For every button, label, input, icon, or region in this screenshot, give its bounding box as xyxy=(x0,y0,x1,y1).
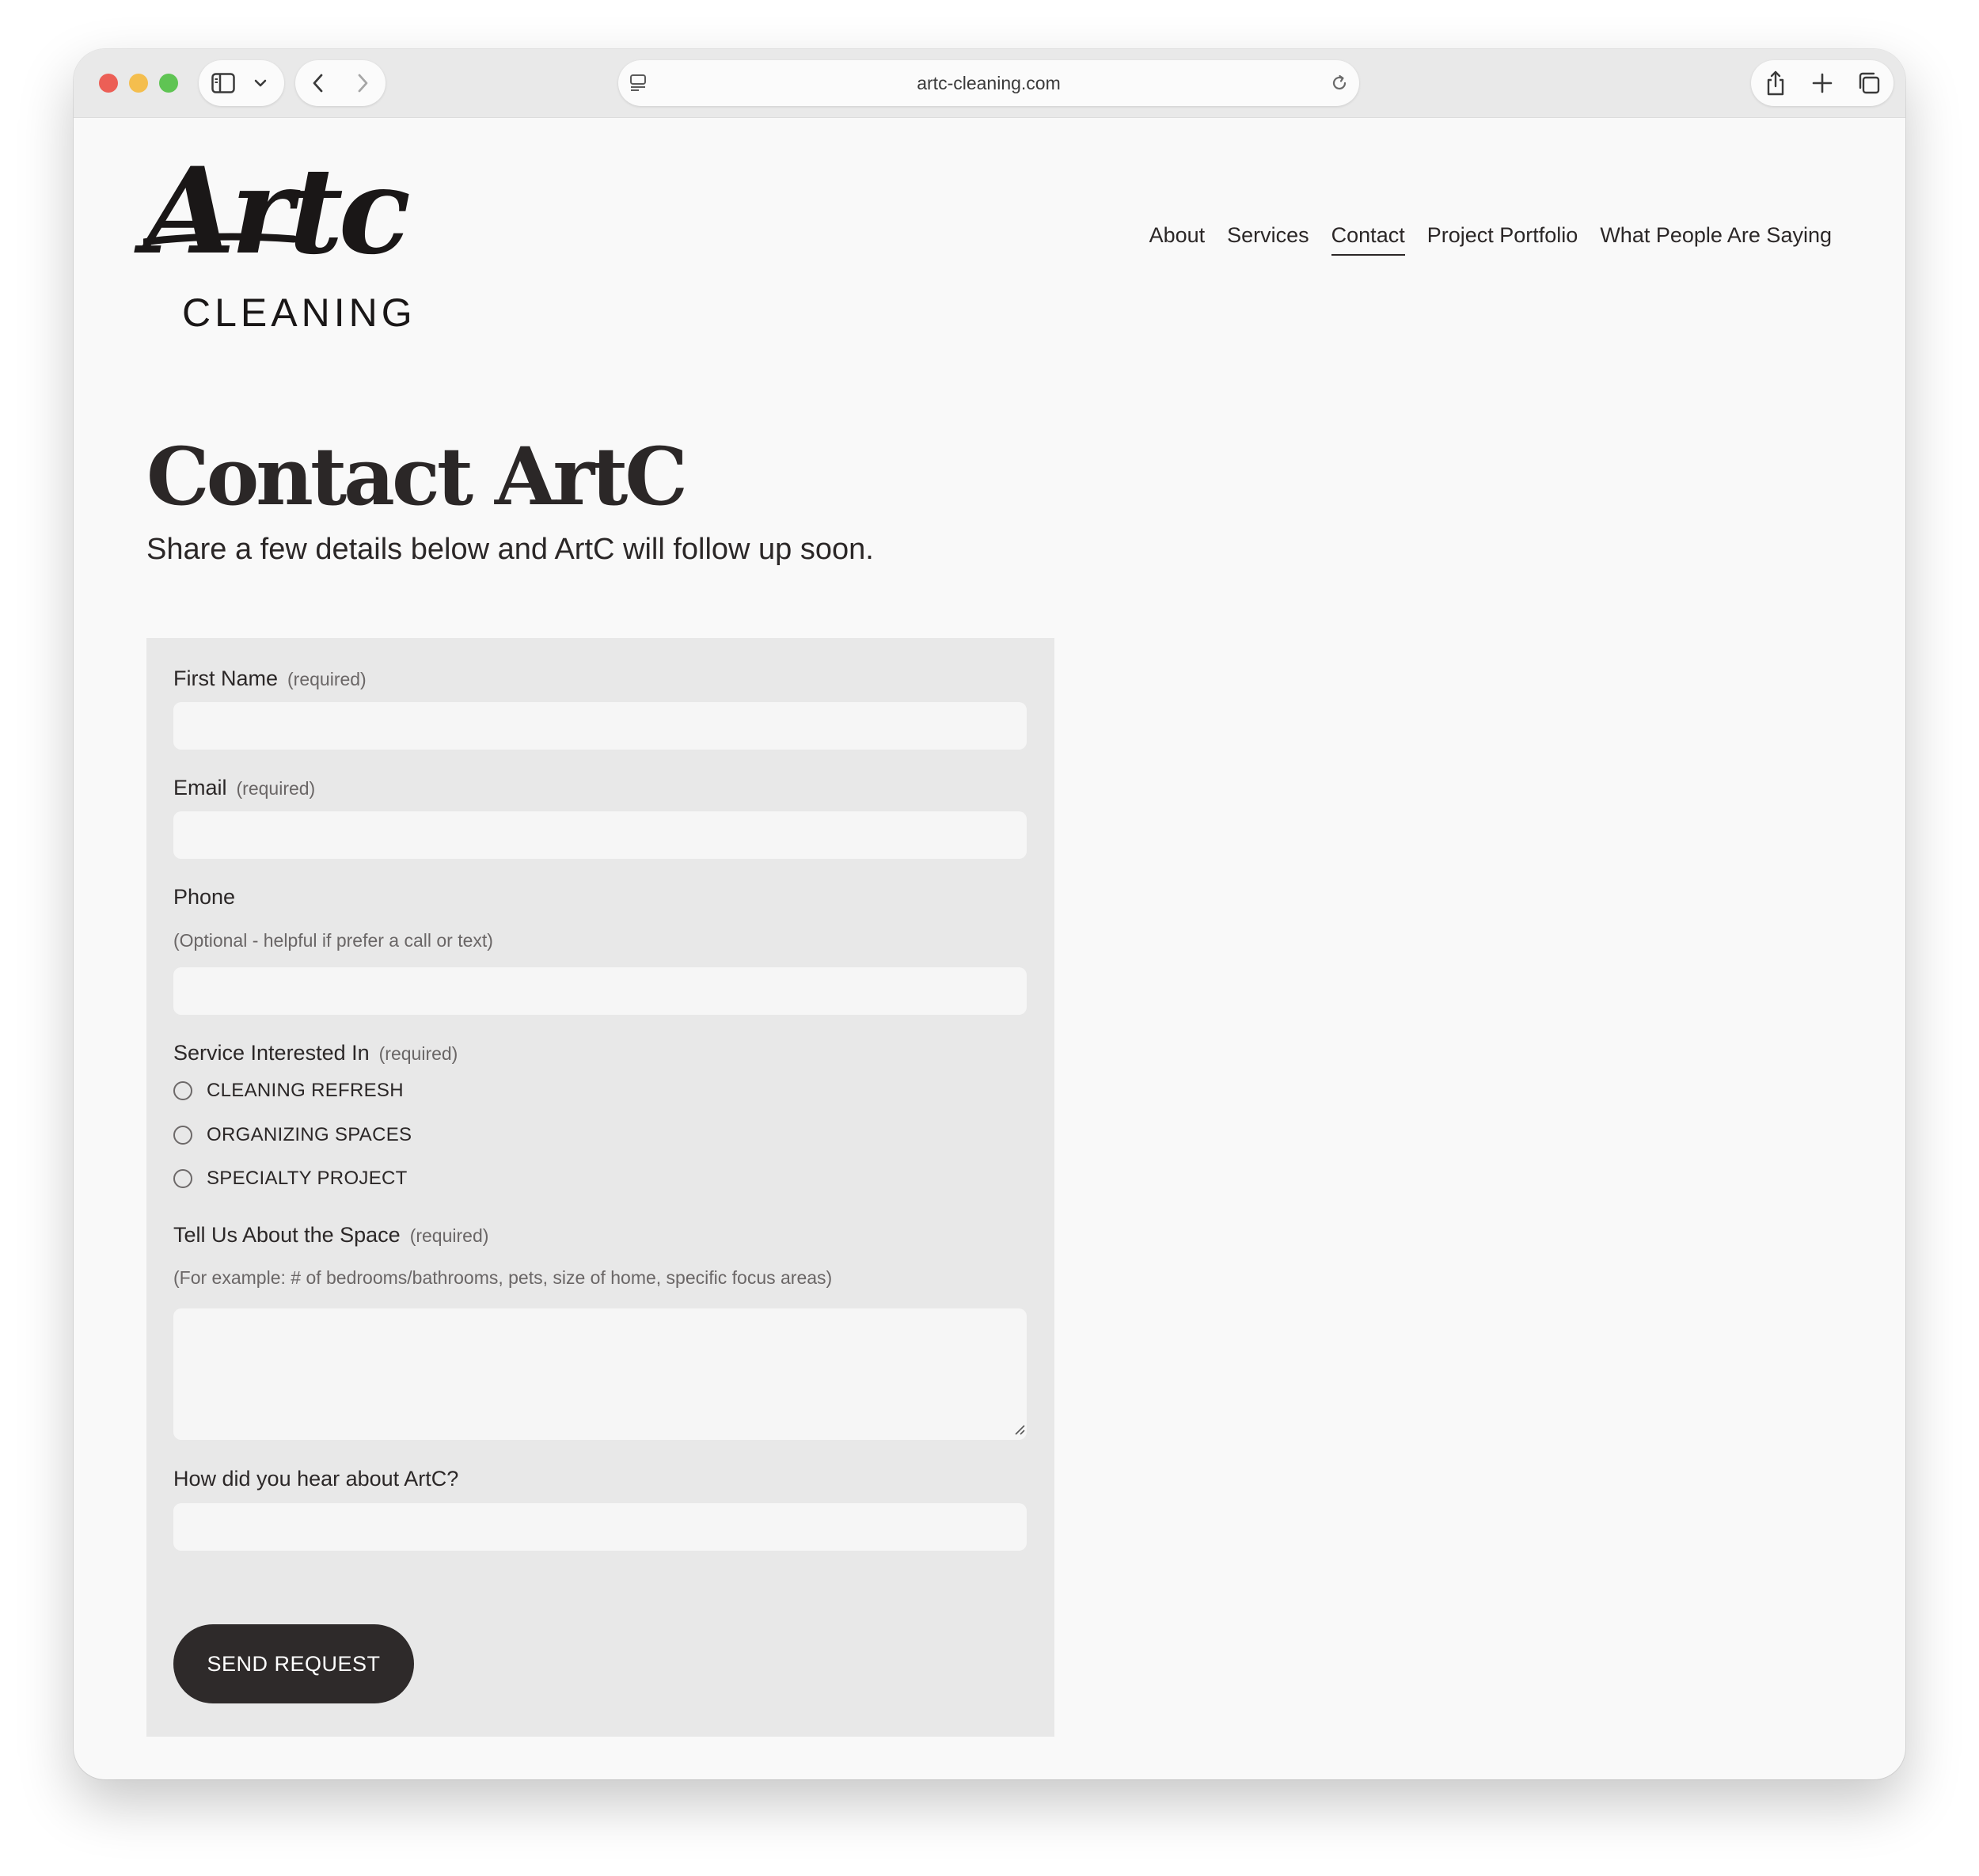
reload-icon[interactable] xyxy=(1328,72,1351,94)
phone-label-text: Phone xyxy=(173,885,236,909)
radio-circle[interactable] xyxy=(173,1081,192,1100)
radio-label: CLEANING REFRESH xyxy=(207,1080,404,1101)
radio-label: SPECIALTY PROJECT xyxy=(207,1168,408,1189)
nav-what-people-are-saying[interactable]: What People Are Saying xyxy=(1600,223,1832,256)
page-title: Contact ArtC xyxy=(146,430,688,523)
close-window-button[interactable] xyxy=(99,74,118,93)
minimize-window-button[interactable] xyxy=(129,74,148,93)
share-icon[interactable] xyxy=(1762,70,1789,97)
chevron-down-icon[interactable] xyxy=(251,75,270,91)
new-tab-icon[interactable] xyxy=(1809,70,1836,97)
heard-label: How did you hear about ArtC? xyxy=(173,1466,458,1491)
logo-script-text: Artc xyxy=(143,142,411,281)
service-label: Service Interested In (required) xyxy=(173,1040,458,1065)
radio-label: ORGANIZING SPACES xyxy=(207,1124,412,1145)
radio-organizing-spaces[interactable]: ORGANIZING SPACES xyxy=(173,1124,412,1146)
sidebar-icon[interactable] xyxy=(210,71,237,95)
back-icon[interactable] xyxy=(306,71,330,95)
required-note: (required) xyxy=(287,669,367,689)
phone-hint: (Optional - helpful if prefer a call or … xyxy=(173,930,493,951)
zoom-window-button[interactable] xyxy=(159,74,178,93)
required-note: (required) xyxy=(236,778,316,799)
url-text: artc-cleaning.com xyxy=(917,73,1061,93)
heard-input[interactable] xyxy=(173,1503,1027,1551)
space-label: Tell Us About the Space (required) xyxy=(173,1222,488,1248)
main-nav: About Services Contact Project Portfolio… xyxy=(1149,223,1832,256)
nav-contact[interactable]: Contact xyxy=(1331,223,1405,256)
nav-about[interactable]: About xyxy=(1149,223,1206,256)
heard-label-text: How did you hear about ArtC? xyxy=(173,1467,459,1491)
required-note: (required) xyxy=(378,1043,458,1064)
required-note: (required) xyxy=(409,1225,489,1246)
address-bar[interactable]: artc-cleaning.com xyxy=(618,60,1359,106)
send-request-button[interactable]: SEND REQUEST xyxy=(173,1624,414,1703)
resize-grip-icon[interactable] xyxy=(1014,1424,1025,1435)
tab-overview-icon[interactable] xyxy=(1856,70,1882,97)
email-label: Email (required) xyxy=(173,775,315,800)
radio-cleaning-refresh[interactable]: CLEANING REFRESH xyxy=(173,1080,404,1102)
site-logo[interactable]: Artc CLEANING xyxy=(143,142,444,332)
nav-services[interactable]: Services xyxy=(1227,223,1309,256)
first-name-label: First Name (required) xyxy=(173,666,367,691)
logo-subtitle: CLEANING xyxy=(182,291,416,335)
nav-project-portfolio[interactable]: Project Portfolio xyxy=(1427,223,1578,256)
sidebar-toggle-group xyxy=(199,60,284,106)
window-actions-group xyxy=(1751,60,1894,106)
service-label-text: Service Interested In xyxy=(173,1041,370,1065)
history-nav-group xyxy=(295,60,386,106)
contact-form: First Name (required) Email (required) Pho… xyxy=(146,638,1054,1737)
radio-circle[interactable] xyxy=(173,1126,192,1145)
space-textarea[interactable] xyxy=(173,1308,1027,1440)
browser-window: artc-cleaning.com Artc CLEANING About Se… xyxy=(74,49,1905,1779)
browser-toolbar: artc-cleaning.com xyxy=(74,49,1905,118)
first-name-input[interactable] xyxy=(173,702,1027,750)
radio-circle[interactable] xyxy=(173,1169,192,1188)
forward-icon[interactable] xyxy=(351,71,374,95)
phone-label: Phone xyxy=(173,884,235,910)
phone-input[interactable] xyxy=(173,967,1027,1015)
email-label-text: Email xyxy=(173,776,227,799)
space-hint: (For example: # of bedrooms/bathrooms, p… xyxy=(173,1267,833,1288)
first-name-label-text: First Name xyxy=(173,666,279,690)
radio-specialty-project[interactable]: SPECIALTY PROJECT xyxy=(173,1168,408,1190)
space-label-text: Tell Us About the Space xyxy=(173,1223,401,1247)
email-input[interactable] xyxy=(173,811,1027,859)
page-subtitle: Share a few details below and ArtC will … xyxy=(146,533,874,566)
